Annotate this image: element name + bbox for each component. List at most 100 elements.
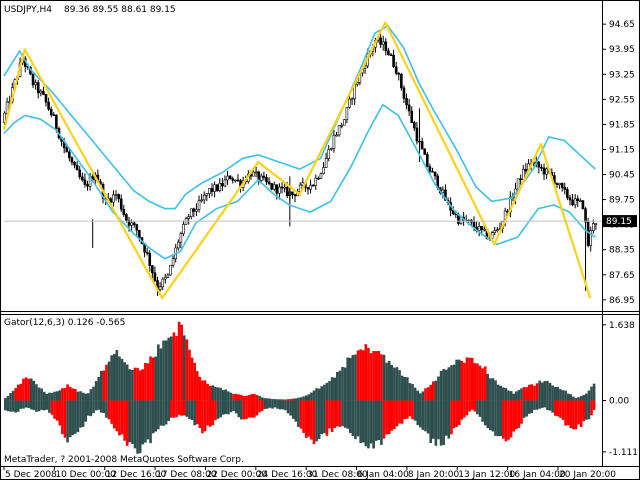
gator-bar-lower [115, 400, 119, 432]
gator-bar-lower [577, 400, 580, 425]
gator-bar-lower [206, 400, 209, 426]
gator-bar-upper [4, 398, 7, 401]
gator-bar-lower [468, 400, 471, 412]
gator-bar-lower [325, 400, 329, 436]
gator-bar-lower [346, 400, 349, 429]
gator-bar-upper [240, 394, 243, 401]
gator-bar-upper [234, 393, 238, 401]
gator-bar-lower [364, 400, 368, 447]
gator-bar-upper [110, 355, 113, 401]
gator-bar-upper [144, 362, 147, 401]
gator-bar-upper [564, 390, 567, 401]
gator-bar-upper [551, 385, 554, 401]
gator-bar-lower [133, 400, 137, 449]
candle-body [392, 54, 395, 68]
candle-body [540, 166, 543, 169]
gator-bar-upper [115, 350, 119, 401]
gator-bar-lower [348, 400, 352, 434]
gator-bar-lower [250, 400, 254, 418]
gator-bar-lower [29, 400, 33, 410]
gator-bar-lower [245, 400, 248, 419]
gator-bar-upper [125, 364, 129, 401]
gator-bar-upper [566, 393, 570, 401]
gator-bar-upper [99, 370, 103, 401]
gator-bar-upper [68, 386, 72, 401]
gator-bar-lower [190, 400, 194, 421]
gator-bar-lower [247, 400, 251, 418]
candle-body [405, 98, 408, 106]
candle-body [275, 184, 279, 194]
candle-body [270, 183, 273, 190]
candle-body [309, 184, 312, 190]
gator-bar-upper [538, 380, 541, 401]
gator-bar-lower [525, 400, 528, 417]
gator-bar-lower [390, 400, 394, 431]
gator-bar-upper [81, 392, 85, 401]
candle-body [335, 134, 338, 137]
candle-body [586, 221, 590, 246]
candle-body [594, 223, 598, 225]
gator-bar-upper [590, 386, 593, 401]
gator-bar-upper [66, 384, 69, 401]
gator-bar-lower [45, 400, 49, 410]
price-tick-label: 90.45 [609, 171, 635, 181]
candle-body [384, 41, 388, 52]
gator-bar-upper [250, 394, 254, 401]
gator-bar-lower [146, 400, 150, 440]
candle-body [480, 226, 484, 230]
gator-bar-upper [227, 391, 230, 401]
gator-bar-lower [112, 400, 116, 429]
metatrader-chart-window: 94.65 93.95 93.25 92.55 91.85 91.15 90.45 89.75… [0, 0, 640, 480]
candle-body [496, 229, 499, 231]
gator-bar-upper [525, 387, 528, 401]
gator-bar-lower [411, 400, 414, 420]
gator-bar-lower [424, 400, 427, 432]
gator-bar-upper [426, 387, 430, 401]
time-tick-label: 20 Jan 20:00 [559, 470, 616, 480]
gator-bar-upper [253, 393, 256, 401]
gator-bar-upper [400, 375, 404, 401]
gator-bar-upper [136, 367, 139, 401]
gator-bar-lower [592, 400, 596, 410]
gator-bar-upper [509, 391, 513, 401]
gator-bar-upper [579, 396, 583, 401]
gator-bar-lower [92, 400, 95, 414]
gator-bar-lower [527, 400, 531, 414]
gator-bar-lower [356, 400, 360, 437]
gator-bar-lower [437, 400, 440, 440]
candle-body [44, 94, 48, 103]
candle-body [171, 258, 175, 266]
gator-bar-upper [190, 357, 194, 401]
gator-bar-lower [585, 400, 588, 420]
gator-bar-lower [590, 400, 593, 416]
gator-bar-lower [195, 400, 199, 425]
gator-bar-upper [351, 355, 355, 401]
gator-bar-lower [535, 400, 539, 410]
chart-canvas[interactable]: 94.65 93.95 93.25 92.55 91.85 91.15 90.45 89.75… [0, 0, 640, 480]
price-tick-label: 86.95 [609, 296, 635, 306]
candle-body [205, 193, 209, 196]
gator-bar-lower [561, 400, 565, 420]
candle-body [314, 177, 318, 186]
gator-bar-upper [151, 357, 155, 401]
candle-body [477, 226, 481, 232]
price-tick-label: 87.65 [609, 271, 635, 281]
gator-bar-upper [94, 381, 98, 401]
gator-bar-lower [556, 400, 560, 417]
gator-bar-lower [297, 400, 300, 427]
gator-bar-lower [564, 400, 567, 426]
gator-bar-lower [271, 400, 274, 409]
gator-bar-upper [281, 399, 285, 401]
gator-bar-lower [328, 400, 331, 429]
gator-bar-upper [63, 388, 67, 401]
candle-body [394, 66, 398, 74]
candle-body [164, 276, 167, 280]
gator-bar-upper [338, 370, 342, 401]
gator-bar-upper [53, 391, 56, 401]
gator-bar-upper [294, 398, 298, 401]
gator-bar-upper [58, 390, 62, 401]
candle-body [42, 90, 45, 95]
gator-bar-lower [483, 400, 487, 426]
gator-bar-lower [68, 400, 72, 438]
candle-body [524, 169, 528, 172]
